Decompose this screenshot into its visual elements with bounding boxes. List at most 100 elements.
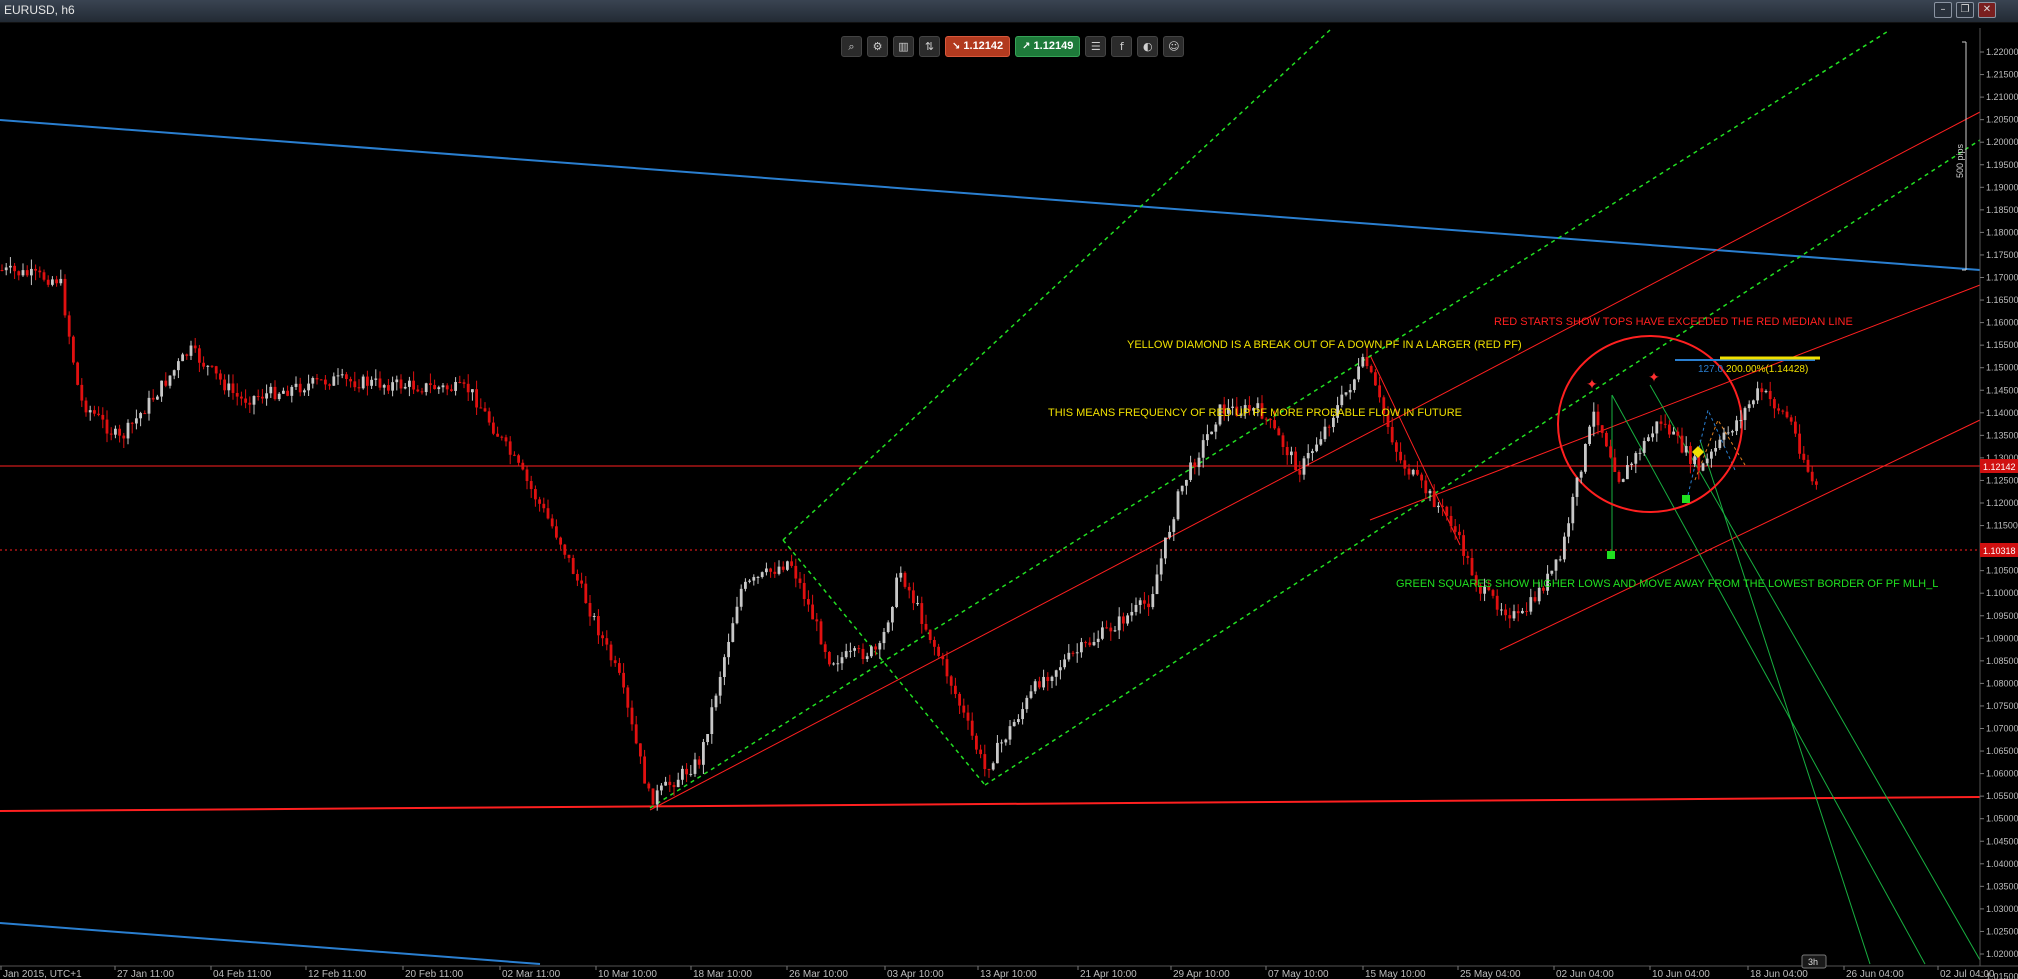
- candle-body: [130, 422, 134, 424]
- candle-body: [534, 489, 537, 500]
- candle-body: [370, 379, 373, 386]
- candle-body: [126, 422, 130, 439]
- candle-body: [1206, 434, 1209, 441]
- share-icon[interactable]: ◐: [1137, 35, 1159, 57]
- time-axis[interactable]: Jan 2015, UTC+1 27 Jan 11:00 04 Feb 11:00 1…: [0, 965, 2018, 979]
- candle-body: [1172, 519, 1176, 532]
- candle-body: [618, 663, 621, 673]
- price-axis[interactable]: 1.22000 1.21500 1.21000 1.20500 1.20000 1.195…: [1979, 28, 2018, 979]
- candle-body: [874, 646, 877, 650]
- candle-body: [912, 590, 915, 604]
- green-down-line-2[interactable]: [1649, 384, 1981, 961]
- annotation-red-stars[interactable]: RED STARTS SHOW TOPS HAVE EXCEEDED THE R…: [1494, 316, 1853, 328]
- candle-body: [454, 381, 457, 391]
- price-tick-label: 1.20000: [1986, 137, 2018, 147]
- candle-body: [13, 265, 16, 272]
- price-tick-label: 1.15500: [1986, 340, 2018, 350]
- candle-body: [710, 707, 714, 734]
- annotation-yellow-diamond[interactable]: YELLOW DIAMOND IS A BREAK OUT OF A DOWN …: [1127, 339, 1522, 351]
- candle-body: [1432, 490, 1436, 508]
- red-pitchfork-median[interactable]: [649, 111, 1981, 811]
- green-square-marker: [1682, 495, 1690, 503]
- green-down-line-1[interactable]: [1611, 394, 1926, 965]
- candle-body: [1088, 642, 1092, 646]
- candle-body: [1785, 411, 1789, 418]
- candle-body: [983, 754, 987, 770]
- timeframe-badge[interactable]: 3h: [1801, 954, 1827, 969]
- red-pitchfork-lower[interactable]: [1499, 419, 1981, 651]
- candle-body: [1466, 555, 1470, 558]
- zoom-icon[interactable]: ⌕: [841, 35, 862, 57]
- indicator-settings-icon[interactable]: ⚙: [867, 35, 888, 57]
- candle-body: [391, 382, 394, 391]
- candle-body: [521, 462, 525, 470]
- candle-body: [1516, 611, 1520, 614]
- candle-body: [21, 270, 25, 276]
- green-pitchfork-upper[interactable]: [782, 29, 1331, 541]
- facebook-icon[interactable]: f: [1111, 35, 1133, 57]
- candle-body: [1365, 357, 1369, 367]
- candle-body: [109, 433, 113, 435]
- candle-body: [1794, 421, 1797, 434]
- candle-body: [429, 383, 432, 386]
- candle-body: [1092, 642, 1096, 646]
- annotation-frequency[interactable]: THIS MEANS FREQUENCY OF RED UP PF MORE P…: [1048, 407, 1462, 419]
- candle-body: [941, 655, 945, 660]
- price-tick-label: 1.09000: [1986, 633, 2018, 643]
- candle-body: [1815, 481, 1818, 485]
- candle-body: [1453, 526, 1457, 532]
- green-pitchfork-lower[interactable]: [984, 139, 1981, 786]
- candle-body: [311, 378, 315, 384]
- candle-body: [1290, 451, 1293, 456]
- candle-body: [840, 657, 844, 664]
- candle-body: [1113, 630, 1117, 632]
- candle-body: [702, 742, 705, 765]
- candle-body: [1357, 366, 1360, 380]
- candle-body: [1143, 600, 1146, 604]
- green-pitchfork-handle[interactable]: [782, 539, 986, 786]
- sell-button[interactable]: ↘ 1.12142: [945, 35, 1011, 57]
- price-tick-label: 1.12500: [1986, 475, 2018, 485]
- price-tick-label: 1.21500: [1986, 70, 2018, 80]
- green-down-line-3[interactable]: [1699, 439, 1871, 965]
- candle-body: [1273, 420, 1276, 429]
- blue-trendline-upper[interactable]: [0, 119, 1981, 271]
- candle-body: [1512, 611, 1516, 619]
- price-chart[interactable]: ✦ ✦ YELLOW DIAMOND IS A BREAK OUT OF A D…: [0, 0, 2018, 979]
- candle-body: [1130, 611, 1134, 616]
- candle-body: [1735, 420, 1738, 432]
- list-icon[interactable]: ☰: [1085, 35, 1107, 57]
- time-tick-label: 18 Jun 04:00: [1750, 969, 1808, 979]
- candle-body: [1012, 722, 1016, 727]
- candle-body: [1663, 423, 1667, 425]
- candle-body: [1525, 610, 1528, 612]
- red-support-line[interactable]: [0, 796, 1981, 812]
- candle-body: [1697, 456, 1701, 471]
- candle-body: [1117, 616, 1121, 631]
- candle-body: [756, 576, 760, 578]
- candle-body: [597, 616, 600, 636]
- candle-body: [954, 685, 957, 694]
- price-tick-label: 1.04500: [1986, 836, 2018, 846]
- candle-body: [836, 663, 840, 665]
- candle-body: [114, 428, 117, 435]
- candle-body: [1462, 535, 1465, 556]
- time-tick-label: 26 Jun 04:00: [1846, 969, 1904, 979]
- order-icon[interactable]: ⇅: [919, 35, 940, 57]
- candle-body: [395, 379, 399, 383]
- candle-body: [647, 783, 651, 789]
- candle-body: [748, 580, 751, 582]
- candle-body: [1722, 432, 1726, 440]
- blue-trendline-lower[interactable]: [0, 922, 541, 965]
- candle-body: [1269, 418, 1272, 421]
- chart-type-icon[interactable]: ▥: [893, 35, 914, 57]
- annotation-green-squares[interactable]: GREEN SQUARES SHOW HIGHER LOWS AND MOVE …: [1396, 578, 1938, 590]
- candle-body: [366, 376, 369, 386]
- candle-body: [63, 278, 67, 316]
- candle-body: [1214, 424, 1218, 432]
- buy-button[interactable]: ↗ 1.12149: [1015, 35, 1081, 57]
- candle-body: [1752, 400, 1755, 405]
- candle-body: [399, 379, 403, 389]
- candle-body: [643, 756, 646, 784]
- profile-icon[interactable]: ☺: [1163, 35, 1185, 57]
